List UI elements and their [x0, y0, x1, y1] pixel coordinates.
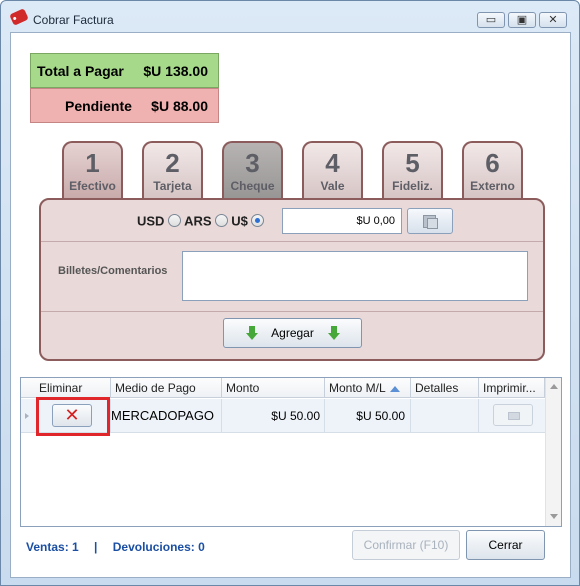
currency-label-u: U$	[231, 213, 248, 229]
total-value: $U 138.00	[143, 63, 208, 79]
tab-number: 5	[405, 148, 420, 178]
total-label: Total a Pagar	[37, 63, 124, 79]
comments-row: Billetes/Comentarios	[41, 242, 543, 312]
currency-radio-u[interactable]	[251, 214, 265, 228]
tab-number: 6	[485, 148, 500, 178]
cell-detalles	[411, 399, 479, 433]
tab-vale[interactable]: 4 Vale	[302, 141, 363, 199]
tab-number: 2	[165, 148, 180, 178]
currency-radio-ars[interactable]	[214, 214, 228, 228]
pending-value: $U 88.00	[151, 98, 208, 114]
currency-label-ars: ARS	[184, 213, 212, 229]
arrow-down-icon	[246, 326, 258, 340]
sales-counts: Ventas: 1 | Devoluciones: 0	[26, 540, 205, 554]
ventas-count: Ventas: 1	[26, 540, 79, 554]
tab-label: Externo	[470, 179, 515, 193]
tab-tarjeta[interactable]: 2 Tarjeta	[142, 141, 203, 199]
maximize-button[interactable]: ▣	[508, 12, 536, 28]
devoluciones-count: Devoluciones: 0	[112, 540, 205, 554]
arrow-down-icon	[328, 326, 340, 340]
add-payment-button[interactable]: Agregar	[223, 318, 362, 348]
column-header-monto-ml-label: Monto M/L	[329, 381, 386, 395]
tab-label: Vale	[320, 179, 345, 193]
close-window-button[interactable]: ✕	[539, 12, 567, 28]
client-area: Total a Pagar $U 138.00 Pendiente $U 88.…	[10, 32, 571, 578]
tab-label: Cheque	[230, 179, 275, 193]
column-header-detalles[interactable]: Detalles	[411, 378, 479, 398]
counts-separator: |	[94, 540, 98, 554]
total-to-pay-box: Total a Pagar $U 138.00	[30, 53, 219, 88]
print-row-button[interactable]	[493, 404, 533, 426]
tab-efectivo[interactable]: 1 Efectivo	[62, 141, 123, 201]
copy-amount-button[interactable]	[407, 208, 453, 234]
comments-input[interactable]	[182, 251, 528, 301]
confirm-button[interactable]: Confirmar (F10)	[352, 530, 460, 560]
tab-number: 4	[325, 148, 340, 178]
cell-monto-ml: $U 50.00	[325, 399, 411, 433]
tab-cheque[interactable]: 3 Cheque	[222, 141, 283, 199]
column-header-medio-de-pago[interactable]: Medio de Pago	[111, 378, 222, 398]
column-header-imprimir[interactable]: Imprimir...	[479, 378, 545, 398]
tab-number: 1	[85, 148, 100, 178]
tab-label: Tarjeta	[153, 179, 192, 193]
add-payment-label: Agregar	[271, 326, 314, 340]
window-title: Cobrar Factura	[33, 13, 114, 27]
cell-medio-de-pago: MERCADOPAGO	[111, 399, 222, 433]
tab-number: 3	[245, 148, 260, 178]
grid-header: Eliminar Medio de Pago Monto Monto M/L D…	[21, 378, 545, 398]
pending-box: Pendiente $U 88.00	[30, 88, 219, 123]
sort-ascending-icon	[389, 385, 400, 392]
window: Cobrar Factura ▭ ▣ ✕ Total a Pagar $U 13…	[0, 0, 580, 586]
pending-label: Pendiente	[65, 98, 132, 114]
tab-label: Fideliz.	[392, 179, 433, 193]
highlight-box	[36, 397, 110, 436]
price-tag-icon	[9, 8, 29, 26]
currency-label-usd: USD	[137, 213, 165, 229]
tab-label: Efectivo	[69, 179, 116, 193]
column-header-monto-ml[interactable]: Monto M/L	[325, 378, 411, 398]
scroll-up-icon[interactable]	[550, 384, 558, 389]
tab-fideliz[interactable]: 5 Fideliz.	[382, 141, 443, 199]
currency-options: USD ARS U$	[137, 213, 265, 229]
column-header-monto[interactable]: Monto	[222, 378, 325, 398]
vertical-scrollbar[interactable]	[545, 378, 561, 526]
currency-radio-usd[interactable]	[167, 214, 181, 228]
amount-input[interactable]: $U 0,00	[282, 208, 402, 234]
row-indicator-icon	[25, 413, 29, 419]
close-button[interactable]: Cerrar	[466, 530, 545, 560]
payment-panel: USD ARS U$ $U 0,00 Billetes/Comentarios …	[39, 198, 545, 361]
cell-monto: $U 50.00	[222, 399, 325, 433]
tab-externo[interactable]: 6 Externo	[462, 141, 523, 199]
comments-label: Billetes/Comentarios	[58, 265, 168, 277]
column-header-eliminar[interactable]: Eliminar	[35, 378, 111, 398]
title-bar: Cobrar Factura ▭ ▣ ✕	[1, 1, 579, 31]
scroll-down-icon[interactable]	[550, 514, 558, 519]
payments-grid: Eliminar Medio de Pago Monto Monto M/L D…	[20, 377, 562, 527]
minimize-button[interactable]: ▭	[477, 12, 505, 28]
currency-row: USD ARS U$ $U 0,00	[41, 200, 543, 242]
